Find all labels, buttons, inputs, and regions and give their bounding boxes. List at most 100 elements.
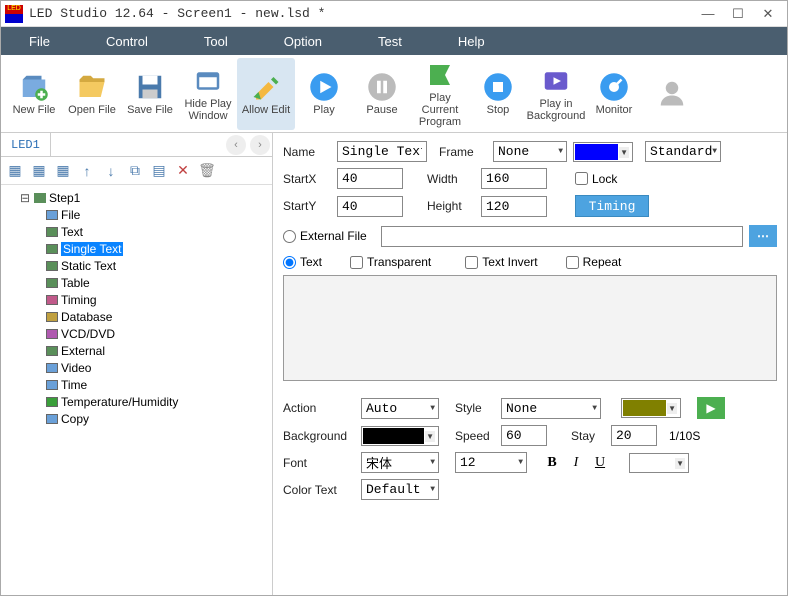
toolbar-monitor-button[interactable]: Monitor bbox=[585, 58, 643, 130]
text-invert-checkbox[interactable]: Text Invert bbox=[465, 255, 537, 269]
toolbar-label: New File bbox=[13, 104, 56, 116]
tab-next-button[interactable]: › bbox=[250, 135, 270, 155]
trash-icon[interactable]: 🗑 bbox=[197, 161, 217, 181]
monitor-icon bbox=[599, 72, 629, 102]
frame-select[interactable]: None bbox=[493, 141, 567, 162]
background-label: Background bbox=[283, 429, 355, 443]
speed-input[interactable] bbox=[501, 425, 547, 446]
toolbar-label: Stop bbox=[487, 104, 510, 116]
style-select[interactable]: None bbox=[501, 398, 601, 419]
tab-led1[interactable]: LED1 bbox=[1, 133, 51, 156]
move-down-icon[interactable]: ↓ bbox=[101, 161, 121, 181]
menu-file[interactable]: File bbox=[1, 27, 78, 55]
delete-icon[interactable]: ✕ bbox=[173, 161, 193, 181]
playcur-icon bbox=[425, 60, 455, 90]
timing-button[interactable]: Timing bbox=[575, 195, 649, 217]
tree-node-database[interactable]: Database bbox=[1, 308, 272, 325]
copy-icon[interactable]: ⧉ bbox=[125, 161, 145, 181]
preview-play-button[interactable]: ▶ bbox=[697, 397, 725, 419]
menu-help[interactable]: Help bbox=[430, 27, 513, 55]
tree: ⊟Step1 FileTextSingle TextStatic TextTab… bbox=[1, 185, 272, 431]
name-input[interactable] bbox=[337, 141, 427, 162]
toolbar-newfile-button[interactable]: New File bbox=[5, 58, 63, 130]
starty-input[interactable] bbox=[337, 196, 403, 217]
tab-header: LED1 ‹ › bbox=[1, 133, 272, 157]
width-input[interactable] bbox=[481, 168, 547, 189]
toolbar: New File Open FileSave FileHide Play Wind… bbox=[1, 55, 787, 133]
text-area[interactable] bbox=[283, 275, 777, 381]
tree-node-text[interactable]: Text bbox=[1, 223, 272, 240]
toolbar-savefile-button[interactable]: Save File bbox=[121, 58, 179, 130]
tab-prev-button[interactable]: ‹ bbox=[226, 135, 246, 155]
toolbar-play-button[interactable]: Play bbox=[295, 58, 353, 130]
background-color-picker[interactable] bbox=[361, 426, 439, 446]
font-select[interactable]: 宋体 bbox=[361, 452, 439, 473]
minimize-button[interactable]: — bbox=[693, 4, 723, 24]
external-file-input[interactable] bbox=[381, 226, 743, 247]
toolbar-openfile-button[interactable]: Open File bbox=[63, 58, 121, 130]
tree-node-copy[interactable]: Copy bbox=[1, 410, 272, 427]
menu-test[interactable]: Test bbox=[350, 27, 430, 55]
stay-input[interactable] bbox=[611, 425, 657, 446]
tree-node-time[interactable]: Time bbox=[1, 376, 272, 393]
lock-checkbox[interactable]: Lock bbox=[575, 172, 617, 186]
action-label: Action bbox=[283, 401, 355, 415]
toolbar-allowedit-button[interactable]: Allow Edit bbox=[237, 58, 295, 130]
maximize-button[interactable]: ☐ bbox=[723, 4, 753, 24]
add-page-icon[interactable]: ▦ bbox=[5, 161, 25, 181]
tree-node-timing[interactable]: Timing bbox=[1, 291, 272, 308]
toolbar-user-button[interactable] bbox=[643, 58, 701, 130]
tree-node-temperature-humidity[interactable]: Temperature/Humidity bbox=[1, 393, 272, 410]
bold-button[interactable]: B bbox=[543, 454, 561, 472]
colortext-select[interactable]: Default bbox=[361, 479, 439, 500]
add-step-icon[interactable]: ▦ bbox=[29, 161, 49, 181]
font-size-select[interactable]: 12 bbox=[455, 452, 527, 473]
menu-control[interactable]: Control bbox=[78, 27, 176, 55]
frame-color-picker[interactable] bbox=[573, 142, 633, 162]
browse-button[interactable]: ⋯ bbox=[749, 225, 777, 247]
underline-button[interactable]: U bbox=[591, 454, 609, 472]
repeat-checkbox[interactable]: Repeat bbox=[566, 255, 622, 269]
swatch-picker[interactable] bbox=[621, 398, 681, 418]
colortext-label: Color Text bbox=[283, 483, 355, 497]
pause-icon bbox=[367, 72, 397, 102]
text-radio[interactable]: Text bbox=[283, 255, 322, 269]
toolbar-stop-button[interactable]: Stop bbox=[469, 58, 527, 130]
tree-root-step1[interactable]: ⊟Step1 bbox=[1, 189, 272, 206]
toolbar-pause-button[interactable]: Pause bbox=[353, 58, 411, 130]
tree-node-vcd-dvd[interactable]: VCD/DVD bbox=[1, 325, 272, 342]
tree-node-video[interactable]: Video bbox=[1, 359, 272, 376]
toolbar-label: Monitor bbox=[596, 104, 633, 116]
standard-select[interactable]: Standard bbox=[645, 141, 721, 162]
startx-input[interactable] bbox=[337, 168, 403, 189]
menubar: File Control Tool Option Test Help bbox=[1, 27, 787, 55]
menu-option[interactable]: Option bbox=[256, 27, 350, 55]
close-button[interactable]: ✕ bbox=[753, 4, 783, 24]
move-up-icon[interactable]: ↑ bbox=[77, 161, 97, 181]
width-label: Width bbox=[427, 172, 475, 186]
external-file-radio[interactable]: External File bbox=[283, 229, 367, 243]
tree-node-single-text[interactable]: Single Text bbox=[1, 240, 272, 257]
toolbar-playcur-button[interactable]: Play Current Program bbox=[411, 58, 469, 130]
transparent-checkbox[interactable]: Transparent bbox=[350, 255, 431, 269]
speed-label: Speed bbox=[455, 429, 495, 443]
titlebar: LED Studio 12.64 - Screen1 - new.lsd * —… bbox=[1, 1, 787, 27]
node-icon bbox=[46, 295, 58, 305]
italic-button[interactable]: I bbox=[567, 454, 585, 472]
menu-tool[interactable]: Tool bbox=[176, 27, 256, 55]
tree-node-static-text[interactable]: Static Text bbox=[1, 257, 272, 274]
tree-node-file[interactable]: File bbox=[1, 206, 272, 223]
toolbar-label: Play Current Program bbox=[411, 92, 469, 128]
tree-node-external[interactable]: External bbox=[1, 342, 272, 359]
height-input[interactable] bbox=[481, 196, 547, 217]
toolbar-hidewin-button[interactable]: Hide Play Window bbox=[179, 58, 237, 130]
font-label: Font bbox=[283, 456, 355, 470]
paste-icon[interactable]: ▤ bbox=[149, 161, 169, 181]
action-select[interactable]: Auto bbox=[361, 398, 439, 419]
starty-label: StartY bbox=[283, 199, 331, 213]
node-icon bbox=[46, 346, 58, 356]
tree-node-table[interactable]: Table bbox=[1, 274, 272, 291]
add-item-icon[interactable]: ▦ bbox=[53, 161, 73, 181]
toolbar-playbg-button[interactable]: Play in Background bbox=[527, 58, 585, 130]
font-color-picker[interactable] bbox=[629, 453, 689, 473]
